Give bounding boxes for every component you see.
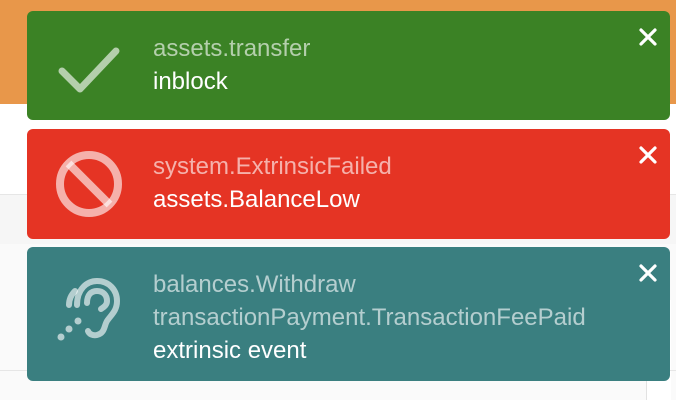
close-icon[interactable] bbox=[636, 143, 660, 167]
close-icon[interactable] bbox=[636, 25, 660, 49]
notification-text: system.ExtrinsicFailed assets.BalanceLow bbox=[153, 150, 656, 216]
notification-error[interactable]: system.ExtrinsicFailed assets.BalanceLow bbox=[27, 129, 670, 239]
check-icon bbox=[58, 47, 120, 93]
notification-message: extrinsic event bbox=[153, 337, 307, 364]
notification-section: transactionPayment.TransactionFeePaid bbox=[153, 304, 586, 331]
notification-message: assets.BalanceLow bbox=[153, 186, 360, 213]
notification-text: balances.Withdraw transactionPayment.Tra… bbox=[153, 268, 656, 367]
notification-message: inblock bbox=[153, 68, 228, 95]
notification-section: balances.Withdraw bbox=[153, 271, 356, 298]
notification-text: assets.transfer inblock bbox=[153, 32, 656, 98]
ban-icon bbox=[56, 151, 122, 217]
notification-section: system.ExtrinsicFailed bbox=[153, 153, 392, 180]
notification-event[interactable]: balances.Withdraw transactionPayment.Tra… bbox=[27, 247, 670, 381]
notification-success[interactable]: assets.transfer inblock bbox=[27, 11, 670, 120]
notification-section: assets.transfer bbox=[153, 35, 311, 62]
assistive-listening-icon bbox=[57, 277, 121, 341]
close-icon[interactable] bbox=[636, 261, 660, 285]
